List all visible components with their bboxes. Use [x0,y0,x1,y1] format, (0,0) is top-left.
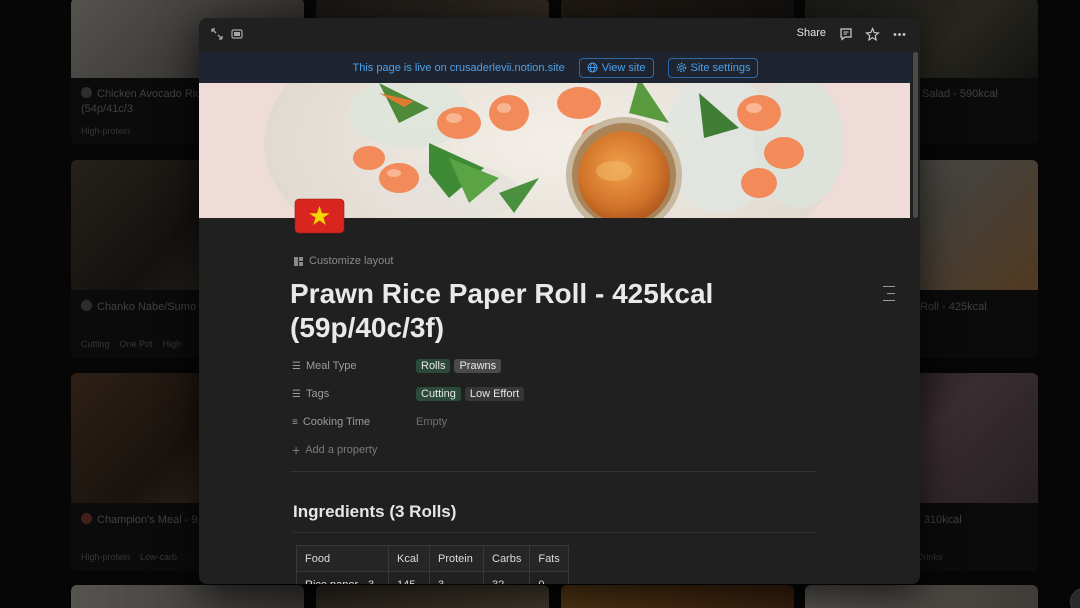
column-header[interactable]: Kcal [388,545,430,572]
screen: Chicken Avocado Ric 669kcal (54p/41c/3 H… [0,0,1080,608]
customize-layout-button[interactable]: Customize layout [293,255,393,267]
share-button[interactable]: Share [797,27,826,39]
table-cell[interactable]: 0 [529,571,569,584]
list-icon: ☰ [292,360,301,372]
live-site-text: This page is live on crusaderlevii.notio… [352,61,565,74]
property-label: Tags [305,388,330,400]
tag-prawns[interactable]: Prawns [454,359,502,373]
layout-icon [294,256,303,266]
property-name: ☰ Tags [292,388,416,400]
more-horizontal-icon[interactable] [891,27,907,43]
comment-icon[interactable] [838,27,854,43]
expand-arrows-icon[interactable] [209,27,225,43]
property-cooking-time[interactable]: ≡ Cooking Time Empty [292,412,447,432]
peek-topbar: Share [199,18,920,52]
tag-rolls[interactable]: Rolls [416,359,451,373]
ingredients-table: Food Kcal Protein Carbs Fats Rice paper … [296,545,569,584]
column-header[interactable]: Food [296,545,389,572]
table-header-row: Food Kcal Protein Carbs Fats [296,545,569,572]
customize-layout-label: Customize layout [309,255,394,267]
tag-low-effort[interactable]: Low Effort [464,387,525,401]
side-peek-icon[interactable] [229,27,245,43]
tag-cutting[interactable]: Cutting [416,387,461,401]
divider [290,471,817,472]
add-property-button[interactable]: + Add a property [292,442,378,458]
view-site-label: View site [601,61,646,74]
table-cell[interactable]: 3 [429,571,484,584]
table-row: Rice paper - 3 145 3 32 0 [296,571,569,584]
add-property-label: Add a property [305,444,378,456]
plus-icon: + [292,442,301,458]
property-name: ≡ Cooking Time [292,416,416,428]
property-name: ☰ Meal Type [292,360,416,372]
published-site-banner: This page is live on crusaderlevii.notio… [199,52,912,83]
table-cell[interactable]: Rice paper - 3 [296,571,389,584]
column-header[interactable]: Fats [529,545,569,572]
gear-icon [676,62,686,73]
table-of-contents-icon[interactable] [883,286,895,307]
property-empty-value[interactable]: Empty [416,416,447,428]
site-settings-label: Site settings [690,61,751,74]
table-cell[interactable]: 32 [482,571,531,584]
property-label: Cooking Time [302,416,371,428]
star-icon[interactable] [864,27,880,43]
scrollbar[interactable] [913,52,918,218]
column-header[interactable]: Carbs [482,545,531,572]
globe-icon [587,62,598,73]
section-heading[interactable]: Ingredients (3 Rolls) [293,502,456,522]
site-settings-button[interactable]: Site settings [667,57,759,78]
view-site-button[interactable]: View site [578,57,654,78]
column-header[interactable]: Protein [429,545,484,572]
text-lines-icon: ≡ [292,416,298,428]
page-peek-panel: Share This page is live on crusaderlevii… [199,18,920,584]
heading-divider [293,532,817,533]
property-label: Meal Type [305,360,357,372]
list-icon: ☰ [292,388,301,400]
page-icon[interactable] [294,198,345,234]
vietnam-flag-icon [294,198,345,234]
page-title[interactable]: Prawn Rice Paper Roll - 425kcal (59p/40c… [290,277,810,345]
property-tags[interactable]: ☰ Tags Cutting Low Effort [292,384,528,404]
property-meal-type[interactable]: ☰ Meal Type Rolls Prawns [292,356,505,376]
table-cell[interactable]: 145 [388,571,430,584]
